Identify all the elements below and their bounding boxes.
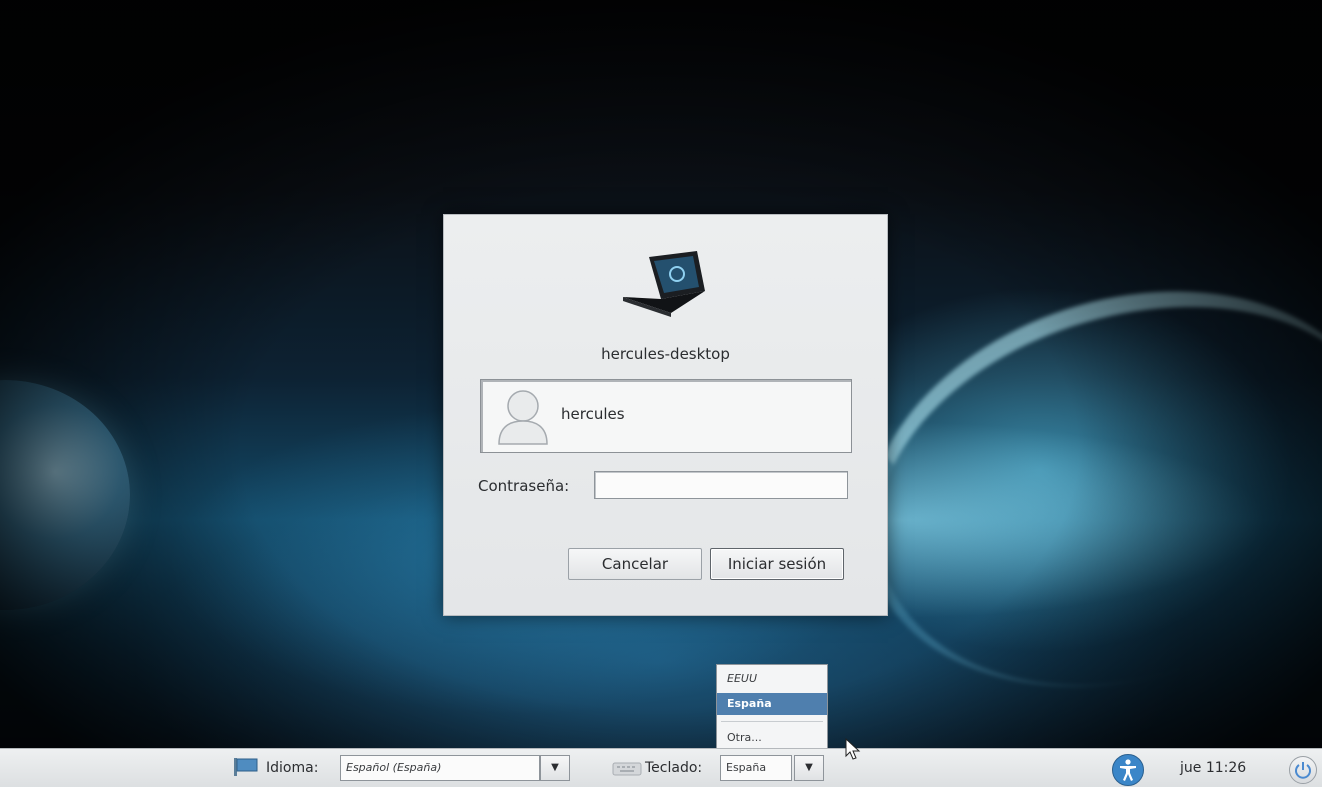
keyboard-label: Teclado: xyxy=(645,760,703,776)
clock[interactable]: jue 11:26 xyxy=(1180,760,1246,776)
accessibility-icon[interactable] xyxy=(1112,754,1144,786)
login-screen: hercules-desktop hercules Contraseña: Ca… xyxy=(0,0,1322,787)
host-name: hercules-desktop xyxy=(601,345,730,363)
power-icon[interactable] xyxy=(1289,756,1317,784)
language-label: Idioma: xyxy=(266,760,319,776)
menu-separator xyxy=(721,721,823,722)
computer-icon xyxy=(623,251,705,317)
password-input[interactable] xyxy=(594,471,848,499)
user-name: hercules xyxy=(561,405,625,423)
dropdown-arrow-icon[interactable]: ▼ xyxy=(794,755,824,781)
dropdown-arrow-icon[interactable]: ▼ xyxy=(540,755,570,781)
keyboard-icon xyxy=(612,762,642,776)
login-button[interactable]: Iniciar sesión xyxy=(710,548,844,580)
flag-icon xyxy=(234,758,258,776)
login-dialog: hercules-desktop hercules Contraseña: Ca… xyxy=(443,214,888,616)
language-select[interactable]: Español (España) xyxy=(340,755,540,781)
bottom-panel: Idioma: Español (España) ▼ Teclado: Espa… xyxy=(0,748,1322,787)
user-list-item[interactable]: hercules xyxy=(480,379,852,453)
menu-item-otra[interactable]: Otra... xyxy=(717,727,827,749)
cancel-button[interactable]: Cancelar xyxy=(568,548,702,580)
password-label: Contraseña: xyxy=(478,477,570,495)
keyboard-layout-menu: EEUU España Otra... xyxy=(716,664,828,754)
menu-item-eeuu[interactable]: EEUU xyxy=(717,668,827,690)
keyboard-select[interactable]: España xyxy=(720,755,792,781)
user-avatar-icon xyxy=(498,390,548,445)
mouse-cursor-icon xyxy=(845,738,861,760)
menu-item-espana[interactable]: España xyxy=(717,693,827,715)
